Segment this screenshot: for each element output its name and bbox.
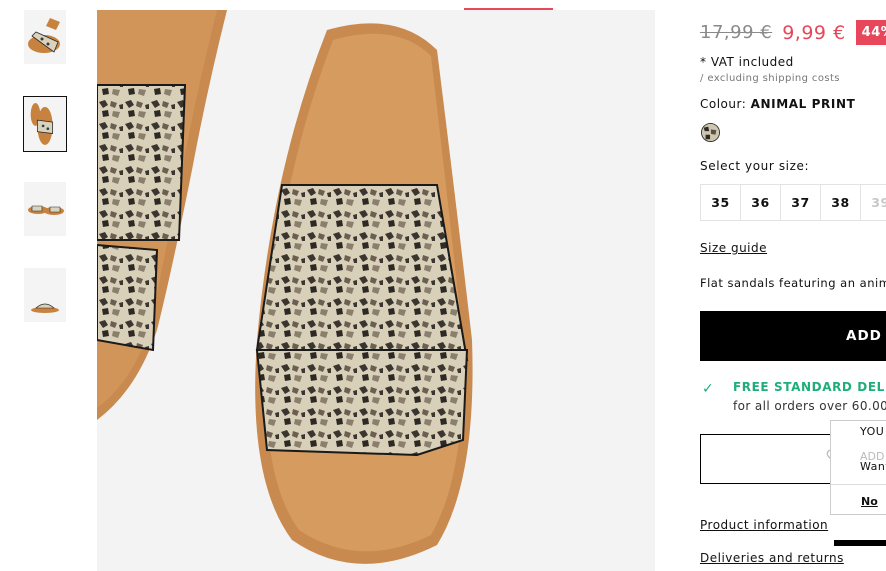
add-to-bag-button[interactable]: ADD T <box>700 311 886 361</box>
deliveries-returns-link[interactable]: Deliveries and returns <box>700 551 844 565</box>
active-tab-indicator <box>464 8 553 10</box>
size-label: Select your size: <box>700 159 810 173</box>
popup-divider <box>831 484 886 485</box>
shipping-note: / excluding shipping costs <box>700 73 840 84</box>
price-row: 17,99 € 9,99 € 44% <box>700 20 886 45</box>
check-icon: ✓ <box>702 381 714 397</box>
thumbnail-3[interactable] <box>24 182 66 236</box>
size-option-39[interactable]: 39 <box>860 184 886 221</box>
delivery-title: FREE STANDARD DELIVERY <box>733 380 886 394</box>
size-option-36[interactable]: 36 <box>740 184 781 221</box>
delivery-subtitle: for all orders over 60.00 <box>733 399 886 413</box>
colour-value: ANIMAL PRINT <box>750 97 856 111</box>
size-option-35[interactable]: 35 <box>700 184 741 221</box>
side-tab-bar[interactable] <box>834 540 886 546</box>
sandal-thumbnail-image <box>24 182 66 236</box>
thumbnail-1[interactable] <box>24 10 66 64</box>
vat-note: * VAT included <box>700 55 794 69</box>
size-option-38[interactable]: 38 <box>820 184 861 221</box>
colour-swatch-animal-print[interactable] <box>701 123 720 142</box>
colour-row: Colour: ANIMAL PRINT <box>700 97 855 111</box>
size-guide-link[interactable]: Size guide <box>700 241 767 255</box>
colour-label: Colour: <box>700 97 747 111</box>
sandal-thumbnail-image <box>24 268 66 322</box>
popup-subtitle: Want <box>860 460 886 473</box>
main-product-image[interactable] <box>97 10 655 571</box>
popup-no-button[interactable]: No <box>861 495 878 508</box>
size-option-37[interactable]: 37 <box>780 184 821 221</box>
thumbnail-4[interactable] <box>24 268 66 322</box>
size-selector: 35 36 37 38 39 <box>700 184 886 221</box>
product-information-link[interactable]: Product information <box>700 518 828 532</box>
sandal-main-image <box>97 10 655 571</box>
sale-price: 9,99 € <box>782 21 846 44</box>
thumbnail-2[interactable] <box>23 96 67 152</box>
sandal-thumbnail-image <box>24 97 66 151</box>
popup-title: YOU <box>860 425 885 438</box>
original-price: 17,99 € <box>700 22 773 43</box>
animal-print-swatch-icon <box>702 124 719 141</box>
product-description: Flat sandals featuring an animal <box>700 276 886 290</box>
discount-badge: 44% <box>855 20 886 45</box>
product-page: 17,99 € 9,99 € 44% * VAT included / excl… <box>0 0 886 571</box>
sandal-thumbnail-image <box>24 10 66 64</box>
